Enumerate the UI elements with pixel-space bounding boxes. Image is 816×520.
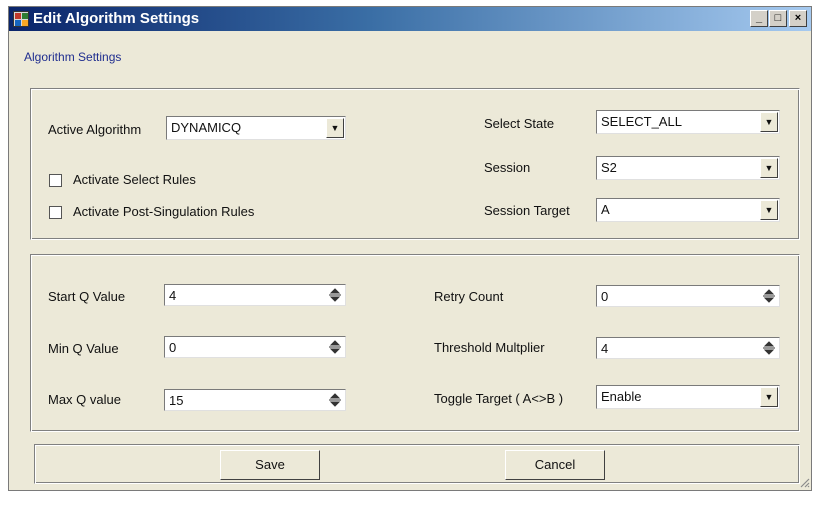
minimize-button[interactable]: _ <box>750 10 768 27</box>
chevron-down-icon[interactable]: ▼ <box>326 118 344 138</box>
retry-count-value: 0 <box>601 289 609 304</box>
retry-count-stepper[interactable]: 0 <box>596 285 780 307</box>
chevron-down-icon[interactable]: ▼ <box>760 112 778 132</box>
app-icon <box>13 11 29 27</box>
session-target-value: A <box>601 202 610 217</box>
save-button[interactable]: Save <box>220 450 320 480</box>
activate-post-singulation-checkbox[interactable] <box>49 206 62 219</box>
chevron-down-icon[interactable]: ▼ <box>760 200 778 220</box>
min-q-label: Min Q Value <box>48 341 119 356</box>
spinner-icon[interactable] <box>327 392 343 408</box>
session-value: S2 <box>601 160 617 175</box>
active-algorithm-label: Active Algorithm <box>48 122 142 137</box>
window-title: Edit Algorithm Settings <box>33 10 200 27</box>
min-q-stepper[interactable]: 0 <box>164 336 346 358</box>
activate-select-rules-label: Activate Select Rules <box>73 172 196 187</box>
title-bar[interactable]: Edit Algorithm Settings _ □ × <box>9 7 811 31</box>
start-q-label: Start Q Value <box>48 289 126 304</box>
cancel-button[interactable]: Cancel <box>505 450 605 480</box>
toggle-target-label: Toggle Target ( A<>B ) <box>434 391 564 406</box>
tab-algorithm-settings[interactable]: Algorithm Settings <box>24 50 121 64</box>
activate-post-singulation-label: Activate Post-Singulation Rules <box>73 204 255 219</box>
toggle-target-value: Enable <box>601 389 642 404</box>
threshold-multiplier-stepper[interactable]: 4 <box>596 337 780 359</box>
active-algorithm-select[interactable]: DYNAMICQ ▼ <box>166 116 346 140</box>
spinner-icon[interactable] <box>761 340 777 356</box>
spinner-icon[interactable] <box>327 287 343 303</box>
max-q-value: 15 <box>169 393 184 408</box>
resize-grip-icon[interactable] <box>798 476 810 488</box>
select-state-value: SELECT_ALL <box>601 114 682 129</box>
session-label: Session <box>484 160 531 175</box>
min-q-value: 0 <box>169 340 177 355</box>
activate-select-rules-checkbox[interactable] <box>49 174 62 187</box>
toggle-target-select[interactable]: Enable ▼ <box>596 385 780 409</box>
active-algorithm-value: DYNAMICQ <box>171 120 242 135</box>
chevron-down-icon[interactable]: ▼ <box>760 158 778 178</box>
maximize-button[interactable]: □ <box>769 10 787 27</box>
threshold-multiplier-label: Threshold Multplier <box>434 340 545 355</box>
max-q-label: Max Q value <box>48 392 121 407</box>
select-state-select[interactable]: SELECT_ALL ▼ <box>596 110 780 134</box>
close-button[interactable]: × <box>789 10 807 27</box>
session-select[interactable]: S2 ▼ <box>596 156 780 180</box>
spinner-icon[interactable] <box>761 288 777 304</box>
select-state-label: Select State <box>484 116 555 131</box>
session-target-select[interactable]: A ▼ <box>596 198 780 222</box>
chevron-down-icon[interactable]: ▼ <box>760 387 778 407</box>
max-q-stepper[interactable]: 15 <box>164 389 346 411</box>
spinner-icon[interactable] <box>327 339 343 355</box>
session-target-label: Session Target <box>484 203 570 218</box>
threshold-multiplier-value: 4 <box>601 341 609 356</box>
start-q-value: 4 <box>169 288 177 303</box>
button-bar <box>34 444 800 484</box>
retry-count-label: Retry Count <box>434 289 504 304</box>
start-q-stepper[interactable]: 4 <box>164 284 346 306</box>
